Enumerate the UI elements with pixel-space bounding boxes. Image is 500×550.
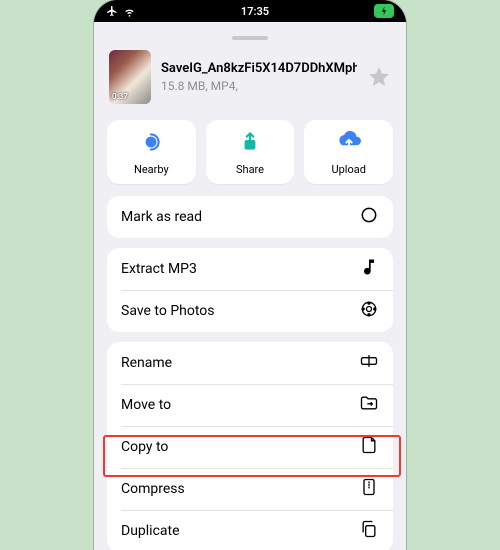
photos-icon [359,299,379,323]
share-tiles: Nearby Share Upload [97,114,403,196]
mark-as-read-row[interactable]: Mark as read [107,196,393,238]
rename-icon [359,351,379,375]
status-right [374,4,394,18]
status-left [106,5,136,18]
folder-arrow-icon [359,393,379,417]
file-info: SaveIG_An8kzFi5X14D7DDhXMphRfwQ_DteM6vka… [161,61,357,93]
upload-tile[interactable]: Upload [304,120,393,184]
airplane-mode-icon [106,5,118,17]
share-label: Share [236,163,264,176]
duplicate-row[interactable]: Duplicate [107,510,393,550]
video-thumbnail[interactable]: 0:37 [109,50,151,104]
save-to-photos-row[interactable]: Save to Photos [107,290,393,332]
nearby-label: Nearby [134,163,169,176]
copy-to-row[interactable]: Copy to [107,426,393,468]
upload-icon [336,129,362,159]
nearby-icon [138,129,164,159]
extract-mp3-label: Extract MP3 [121,261,197,277]
action-sheet: 0:37 SaveIG_An8kzFi5X14D7DDhXMphRfwQ_Dte… [97,30,403,550]
share-icon [237,129,263,159]
file-name: SaveIG_An8kzFi5X14D7DDhXMphRfwQ_DteM6vka… [161,61,357,77]
sheet-grabber[interactable] [232,36,268,40]
copy-to-label: Copy to [121,439,168,455]
battery-charging-icon [374,4,394,18]
menu-group-3: Rename Move to Copy to [107,342,393,550]
mark-as-read-label: Mark as read [121,209,202,225]
status-bar: 17:35 [94,0,406,22]
move-to-label: Move to [121,397,171,413]
video-duration: 0:37 [112,92,128,101]
stage: 17:35 0:37 SaveIG_An8kzFi5X14D7DDhXMphRf… [0,0,500,550]
save-to-photos-label: Save to Photos [121,303,215,319]
status-time: 17:35 [241,5,269,18]
rename-row[interactable]: Rename [107,342,393,384]
share-tile[interactable]: Share [206,120,295,184]
move-to-row[interactable]: Move to [107,384,393,426]
menu-group-2: Extract MP3 Save to Photos [107,248,393,332]
rename-label: Rename [121,355,172,371]
wifi-icon [123,5,136,18]
nearby-tile[interactable]: Nearby [107,120,196,184]
duplicate-label: Duplicate [121,523,180,539]
upload-label: Upload [331,163,365,176]
duplicate-icon [359,519,379,543]
favorite-button[interactable] [367,65,391,89]
file-meta: 15.8 MB, MP4, [161,79,357,93]
compress-row[interactable]: Compress [107,468,393,510]
phone-frame: 17:35 0:37 SaveIG_An8kzFi5X14D7DDhXMphRf… [94,0,406,550]
circle-icon [359,205,379,229]
extract-mp3-row[interactable]: Extract MP3 [107,248,393,290]
compress-label: Compress [121,481,185,497]
music-note-icon [359,257,379,281]
file-header: 0:37 SaveIG_An8kzFi5X14D7DDhXMphRfwQ_Dte… [97,44,403,114]
document-icon [359,435,379,459]
menu-group-1: Mark as read [107,196,393,238]
zip-icon [359,477,379,501]
